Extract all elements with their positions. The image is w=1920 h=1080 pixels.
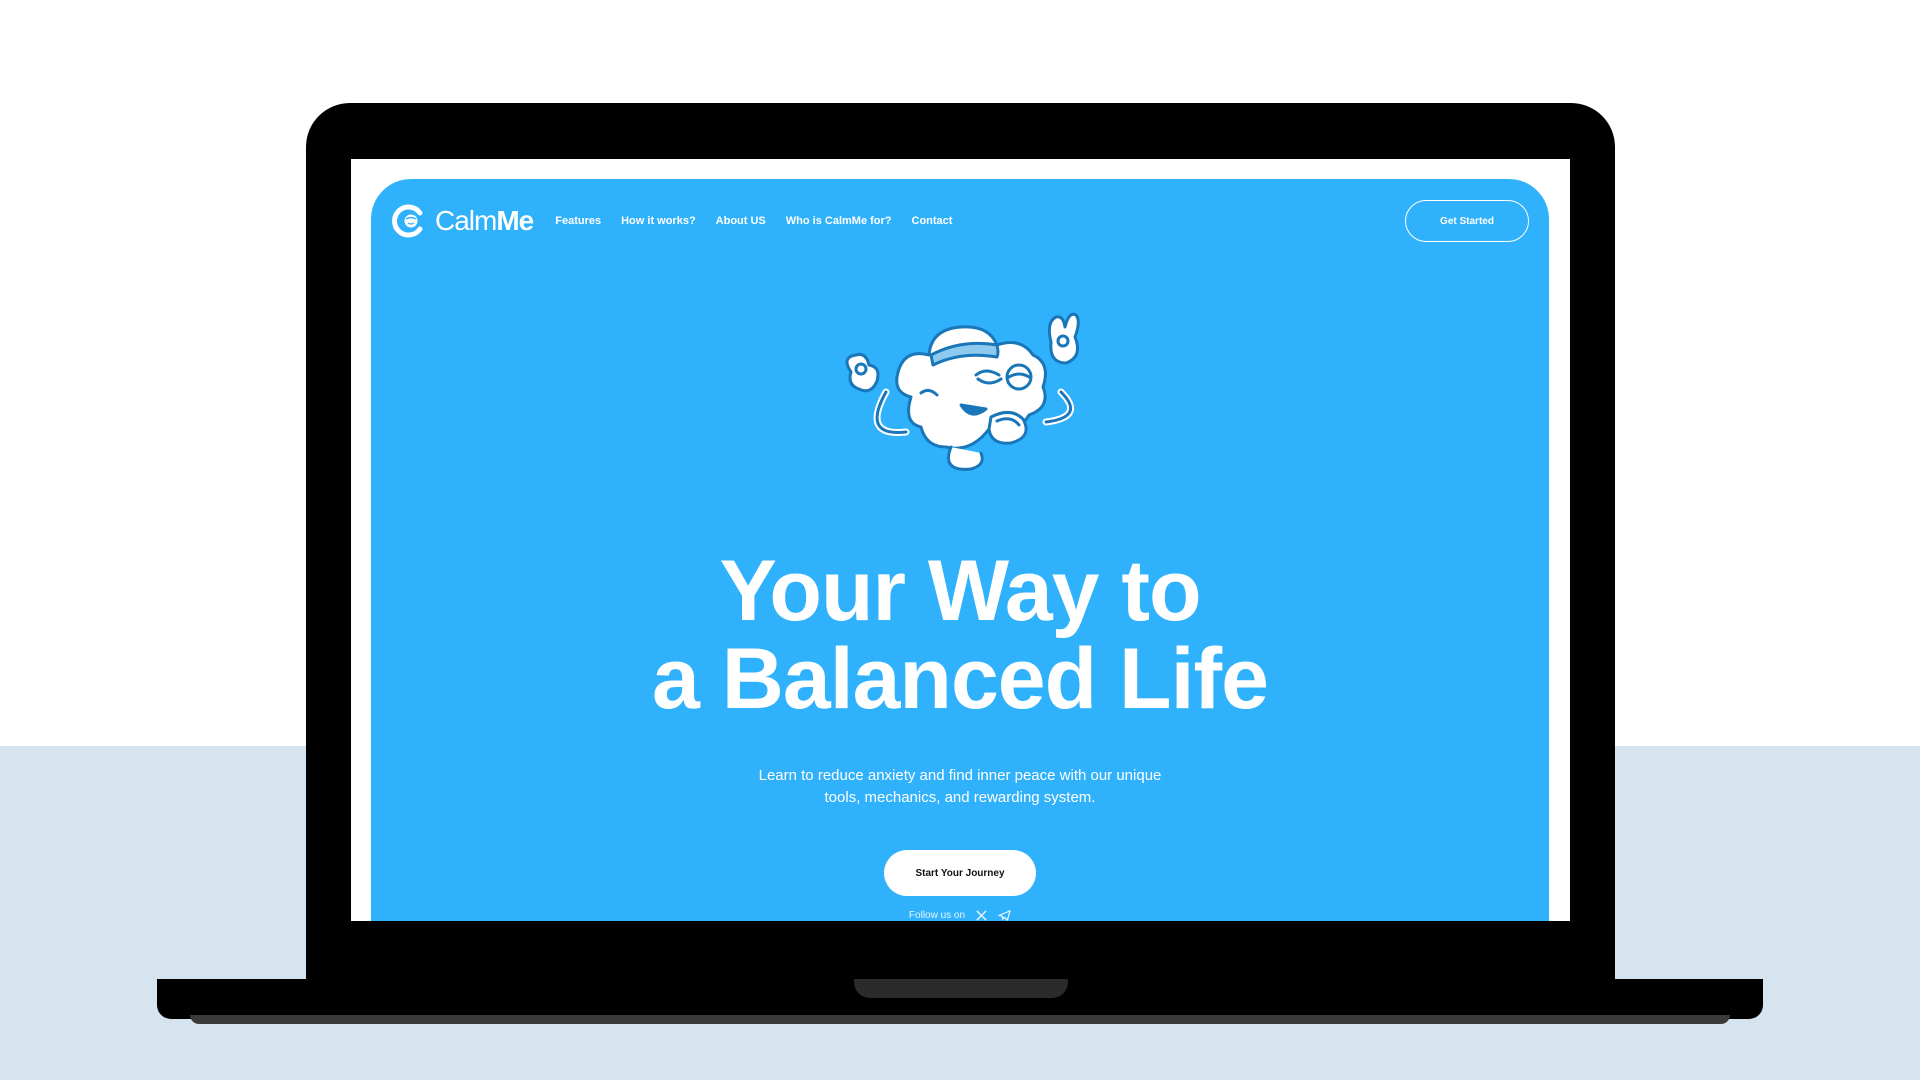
- brand-name-bold: Me: [496, 205, 534, 236]
- x-icon[interactable]: [975, 909, 988, 921]
- calmme-logo-icon: [392, 204, 423, 238]
- nav-links: Features How it works? About US Who is C…: [555, 215, 952, 227]
- brand-name-light: Calm: [435, 205, 497, 236]
- follow-us-label: Follow us on: [908, 910, 966, 921]
- brand-logo[interactable]: CalmMe: [391, 203, 534, 239]
- hero-subtitle: Learn to reduce anxiety and find inner p…: [371, 765, 1549, 809]
- hero-title-line-1: Your Way to: [719, 543, 1201, 639]
- hero-title: Your Way to a Balanced Life: [371, 547, 1549, 723]
- nav-link-who-is-for[interactable]: Who is CalmMe for?: [786, 215, 892, 227]
- nav-link-about-us[interactable]: About US: [716, 215, 766, 227]
- laptop-base-shadow: [190, 1015, 1730, 1024]
- hero-subtitle-line-1: Learn to reduce anxiety and find inner p…: [758, 767, 1162, 784]
- get-started-button[interactable]: Get Started: [1405, 200, 1529, 242]
- hero-title-line-2: a Balanced Life: [652, 631, 1269, 727]
- telegram-icon[interactable]: [998, 909, 1011, 921]
- laptop-screen: CalmMe Features How it works? About US W…: [351, 159, 1570, 921]
- top-nav: CalmMe Features How it works? About US W…: [391, 197, 1529, 245]
- landing-page: CalmMe Features How it works? About US W…: [371, 179, 1549, 921]
- nav-link-how-it-works[interactable]: How it works?: [621, 215, 696, 227]
- nav-link-contact[interactable]: Contact: [912, 215, 953, 227]
- meditating-cloud-mascot-icon: [845, 312, 1080, 471]
- brand-name: CalmMe: [435, 205, 534, 237]
- start-journey-button[interactable]: Start Your Journey: [884, 850, 1036, 896]
- nav-link-features[interactable]: Features: [555, 215, 601, 227]
- follow-us: Follow us on: [371, 909, 1549, 921]
- laptop-notch: [854, 979, 1068, 998]
- hero-subtitle-line-2: tools, mechanics, and rewarding system.: [824, 789, 1096, 806]
